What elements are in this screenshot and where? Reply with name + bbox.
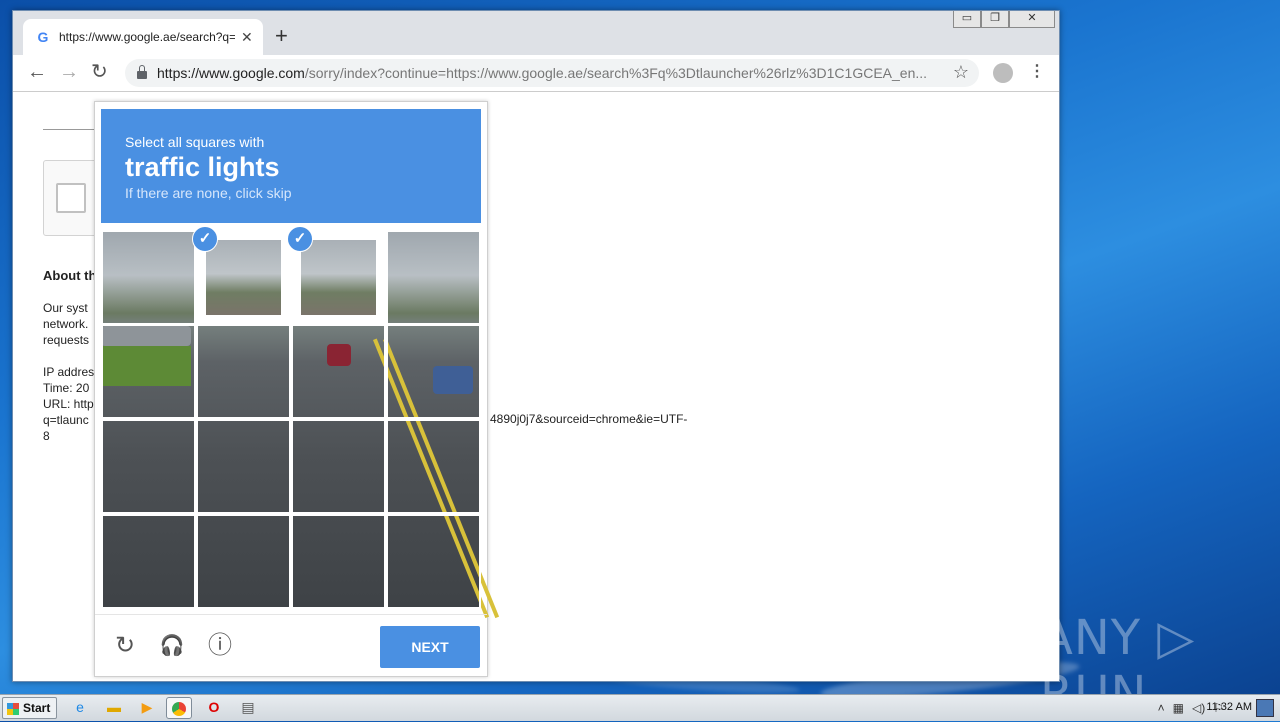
time-line: Time: 20: [43, 381, 90, 395]
network-icon[interactable]: ▦: [1173, 701, 1184, 715]
captcha-challenge: Select all squares with traffic lights I…: [94, 101, 500, 677]
media-player-icon[interactable]: ▶: [135, 697, 159, 717]
captcha-tile[interactable]: [386, 230, 481, 325]
profile-avatar-icon[interactable]: [993, 63, 1013, 83]
captcha-header: Select all squares with traffic lights I…: [101, 109, 481, 223]
captcha-tile[interactable]: [101, 514, 196, 609]
internet-explorer-icon[interactable]: e: [68, 697, 92, 717]
captcha-tile[interactable]: [101, 419, 196, 514]
start-button[interactable]: Start: [2, 697, 58, 719]
paragraph-line: Our syst: [43, 301, 88, 315]
file-explorer-icon[interactable]: ▬: [102, 697, 126, 717]
captcha-tile[interactable]: [291, 324, 386, 419]
minimize-button[interactable]: ▭: [953, 11, 981, 28]
url-line: q=tlaunc: [43, 413, 89, 427]
captcha-tile[interactable]: [386, 324, 481, 419]
captcha-tile[interactable]: [196, 324, 291, 419]
next-button[interactable]: NEXT: [380, 626, 480, 668]
captcha-tile[interactable]: [386, 514, 481, 609]
captcha-tile[interactable]: ✓: [287, 226, 386, 325]
selected-check-icon: ✓: [287, 226, 313, 252]
url-line: 8: [43, 429, 50, 443]
reload-icon[interactable]: ↻: [91, 61, 108, 83]
bookmark-star-icon[interactable]: ☆: [953, 62, 969, 83]
tile-image: [206, 240, 281, 315]
window-controls: ▭ ❐ ✕: [953, 11, 1055, 28]
opera-icon[interactable]: O: [202, 697, 226, 717]
new-tab-button[interactable]: +: [275, 25, 288, 47]
selected-check-icon: ✓: [192, 226, 218, 252]
paragraph-line: network.: [43, 317, 89, 331]
tab-title: https://www.google.ae/search?q=tl: [59, 30, 235, 44]
captcha-hint: If there are none, click skip: [125, 185, 292, 201]
ip-address-line: IP addres: [43, 365, 95, 379]
google-favicon-icon: G: [37, 29, 49, 45]
app-icon[interactable]: ▤: [236, 697, 260, 717]
recaptcha-checkbox[interactable]: [56, 183, 86, 213]
browser-tab[interactable]: G https://www.google.ae/search?q=tl ✕: [23, 19, 263, 55]
captcha-instruction: Select all squares with: [125, 134, 265, 150]
kebab-menu-icon[interactable]: ⋮: [1029, 63, 1045, 81]
taskbar: Start e ▬ ▶ O ▤ ˄ ▦ ◁) ⚐ 11:32 AM: [0, 694, 1280, 721]
title-bar: G https://www.google.ae/search?q=tl ✕ + …: [13, 11, 1059, 55]
url-text[interactable]: https://www.google.com/sorry/index?conti…: [157, 65, 947, 81]
address-bar[interactable]: https://www.google.com/sorry/index?conti…: [125, 59, 979, 87]
captcha-image-grid: ✓ ✓: [101, 226, 500, 619]
close-button[interactable]: ✕: [1009, 11, 1055, 28]
captcha-tile[interactable]: [196, 419, 291, 514]
forward-arrow-icon[interactable]: →: [59, 61, 79, 83]
captcha-footer: ↻ 🎧 ⓘ NEXT: [95, 614, 487, 677]
captcha-tile[interactable]: [196, 514, 291, 609]
reload-challenge-icon[interactable]: ↻: [112, 633, 138, 659]
back-arrow-icon[interactable]: ←: [27, 61, 47, 83]
tile-image: [301, 240, 376, 315]
show-hidden-icons-icon[interactable]: ˄: [1158, 701, 1165, 715]
captcha-tile[interactable]: [386, 419, 481, 514]
captcha-target: traffic lights: [125, 152, 280, 182]
about-heading: About th: [43, 268, 97, 283]
restore-button[interactable]: ❐: [981, 11, 1009, 28]
captcha-tile[interactable]: ✓: [192, 226, 291, 325]
url-fragment: 4890j0j7&sourceid=chrome&ie=UTF-: [490, 412, 688, 426]
lock-icon: [137, 65, 147, 79]
show-desktop-button[interactable]: [1256, 699, 1274, 717]
captcha-tile[interactable]: [101, 230, 196, 325]
captcha-tile[interactable]: [291, 419, 386, 514]
captcha-tile[interactable]: [101, 324, 196, 419]
chrome-taskbar-icon[interactable]: [166, 697, 192, 719]
volume-icon[interactable]: ◁): [1192, 701, 1205, 715]
browser-toolbar: ← → ↻ https://www.google.com/sorry/index…: [13, 55, 1059, 92]
paragraph-line: requests: [43, 333, 90, 347]
clock[interactable]: 11:32 AM: [1206, 701, 1252, 713]
url-line: URL: http: [43, 397, 94, 411]
windows-logo-icon: [7, 702, 19, 715]
headphones-icon[interactable]: 🎧: [159, 633, 185, 659]
tab-close-icon[interactable]: ✕: [241, 29, 253, 46]
captcha-tile[interactable]: [291, 514, 386, 609]
info-icon[interactable]: ⓘ: [207, 633, 233, 659]
